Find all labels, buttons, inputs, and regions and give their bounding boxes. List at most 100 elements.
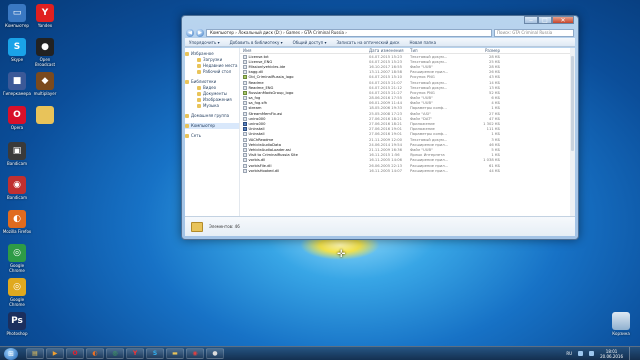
obs-icon[interactable]: ● — [206, 348, 224, 359]
explorer-icon[interactable]: ▤ — [26, 348, 44, 359]
scroll-thumb[interactable] — [571, 56, 574, 151]
file-type: Расширение прил... — [410, 168, 449, 173]
file-name-text: RussianModsGroup_logo — [248, 90, 294, 95]
forward-button[interactable]: ▶ — [196, 28, 204, 37]
search-input[interactable]: Поиск: GTA Criminal Russia — [494, 28, 574, 37]
file-name-text: sa_fxg.sfh — [248, 101, 268, 106]
column-date[interactable]: Дата изменения — [369, 48, 410, 53]
file-size: 1 КБ — [491, 106, 500, 111]
address-bar[interactable]: Компьютер › Локальный диск (D:) › Games … — [206, 28, 492, 37]
opera-icon[interactable]: O — [66, 348, 84, 359]
file-date: 04.07.2015 15:10 — [369, 75, 402, 80]
nav-item-label: Музыка — [203, 103, 219, 108]
nav-item-label: Рабочий стол — [203, 69, 232, 74]
desktop-icon[interactable]: ◎ Google Chrome — [2, 244, 32, 273]
file-date: 04.07.2015 15:23 — [369, 54, 402, 59]
file-name-text: Uninstall — [248, 132, 265, 137]
explorer-window[interactable]: ‒ □ ✕ ◀ ▶ Компьютер › Локальный диск (D:… — [181, 15, 579, 240]
file-size: 3 КБ — [491, 137, 500, 142]
file-icon — [243, 153, 247, 158]
file-row[interactable]: vorbisHooked.dll 16.11.2005 14:07 Расширен… — [243, 168, 575, 173]
file-size: 1 КБ — [491, 132, 500, 137]
file-type: Файл "UUB" — [410, 101, 433, 106]
file-icon — [243, 80, 247, 85]
file-size: 5 КБ — [491, 147, 500, 152]
homegroup-icon — [185, 114, 189, 118]
clock[interactable]: 18:01 20.06.2016 — [600, 349, 623, 359]
network-status-icon[interactable] — [578, 351, 584, 356]
file-name: unins000 — [243, 116, 369, 121]
close-button[interactable]: ✕ — [552, 16, 574, 24]
desktop-icon[interactable]: ■ Гиперкамера — [2, 72, 32, 96]
desktop-icon[interactable]: ▣ Bandicam — [2, 142, 32, 166]
desktop-icon[interactable]: Ps Photoshop — [2, 312, 32, 336]
file-date: 27.06.2016 18:21 — [369, 116, 402, 121]
desktop-icon[interactable]: O Opera — [2, 106, 32, 130]
file-name-text: VehicleAudioData — [248, 142, 281, 147]
file-icon — [243, 96, 247, 101]
bandicam-icon[interactable]: ◉ — [186, 348, 204, 359]
back-button[interactable]: ◀ — [186, 28, 194, 37]
chrome-icon: ◎ — [8, 278, 26, 296]
file-name: vorbis.dll — [243, 158, 369, 163]
desktop-icon[interactable]: ◐ Mozilla Firefox — [2, 210, 32, 234]
yandex-icon[interactable]: Y — [126, 348, 144, 359]
navigation-pane: Избранное Загрузки Недавние места Рабочий … — [185, 48, 240, 217]
file-type: Файл "UUB" — [410, 96, 433, 101]
toolbar-button[interactable]: Новая папка — [410, 40, 437, 45]
start-button[interactable]: ⊞ — [4, 347, 18, 360]
desktop-icon[interactable]: Y Yandex — [30, 4, 60, 28]
desktop-icon-label: Open Broadcast — [34, 57, 56, 67]
volume-icon[interactable] — [589, 351, 595, 356]
nav-network[interactable]: Сеть — [185, 133, 239, 139]
minimize-button[interactable]: ‒ — [524, 16, 538, 24]
column-name[interactable]: Имя — [243, 48, 369, 53]
desktop-icon[interactable] — [30, 106, 60, 125]
file-size: 61 КБ — [488, 163, 500, 168]
file-date: 04.07.2015 21:07 — [369, 80, 402, 85]
desktop-icon-label: Opera — [10, 125, 24, 130]
multiplayer-icon: ◆ — [36, 72, 54, 90]
desktop-icon[interactable]: ◉ Bandicam — [2, 176, 32, 200]
desktop-icon[interactable]: ◎ Google Chrome — [2, 278, 32, 307]
file-list: License.txt 04.07.2015 15:23 Текстовый док… — [240, 54, 575, 173]
file-name: StreamMemFix.asi — [243, 111, 369, 116]
file-name: stream — [243, 106, 369, 111]
desktop-icon[interactable]: ▭ Компьютер — [2, 4, 32, 28]
favorites-list: Загрузки Недавние места Рабочий стол — [185, 57, 239, 75]
toolbar-button[interactable]: Упорядочить ▾ — [189, 40, 220, 45]
file-type: Текстовый докум... — [410, 85, 448, 90]
firefox-icon[interactable]: ◐ — [86, 348, 104, 359]
media-player-icon[interactable]: ▶ — [46, 348, 64, 359]
vertical-scrollbar[interactable] — [570, 48, 575, 217]
maximize-button[interactable]: □ — [538, 16, 552, 24]
chrome-icon[interactable]: ◎ — [106, 348, 124, 359]
command-bar: Упорядочить ▾ Добавить в библиотеку ▾ Общи… — [185, 38, 575, 47]
file-size: 111 КБ — [486, 127, 500, 132]
file-date: 18.05.2006 19:33 — [369, 106, 402, 111]
desktop-icon[interactable]: ● Open Broadcast — [30, 38, 60, 67]
language-indicator[interactable]: RU — [566, 351, 572, 356]
desktop-icon[interactable]: S Skype — [2, 38, 32, 62]
toolbar-button[interactable]: Записать на оптический диск — [336, 40, 399, 45]
file-name: sa_fxg — [243, 96, 369, 101]
file-name: VehicleAudioData — [243, 142, 369, 147]
folder-icon[interactable]: ▬ — [166, 348, 184, 359]
file-name: Visit to CriminalRussia Site — [243, 153, 369, 158]
computer-icon — [185, 124, 189, 128]
toolbar-button[interactable]: Общий доступ ▾ — [293, 40, 327, 45]
file-name: Uninstall — [243, 127, 369, 132]
title-bar[interactable]: ‒ □ ✕ — [182, 16, 578, 28]
desktop-icon[interactable]: ◆ multiplayer — [30, 72, 60, 96]
file-icon — [243, 59, 247, 64]
file-name-text: Readme — [248, 80, 264, 85]
network-icon — [185, 134, 189, 138]
toolbar-button[interactable]: Добавить в библиотеку ▾ — [230, 40, 283, 45]
file-date: 16.11.2005 14:07 — [369, 168, 402, 173]
skype-icon[interactable]: S — [146, 348, 164, 359]
column-type[interactable]: Тип — [410, 48, 465, 53]
firefox-icon: ◐ — [8, 210, 26, 228]
recycle-bin[interactable]: Корзина — [606, 312, 636, 336]
show-desktop-button[interactable] — [629, 347, 634, 360]
column-size[interactable]: Размер — [465, 48, 500, 53]
